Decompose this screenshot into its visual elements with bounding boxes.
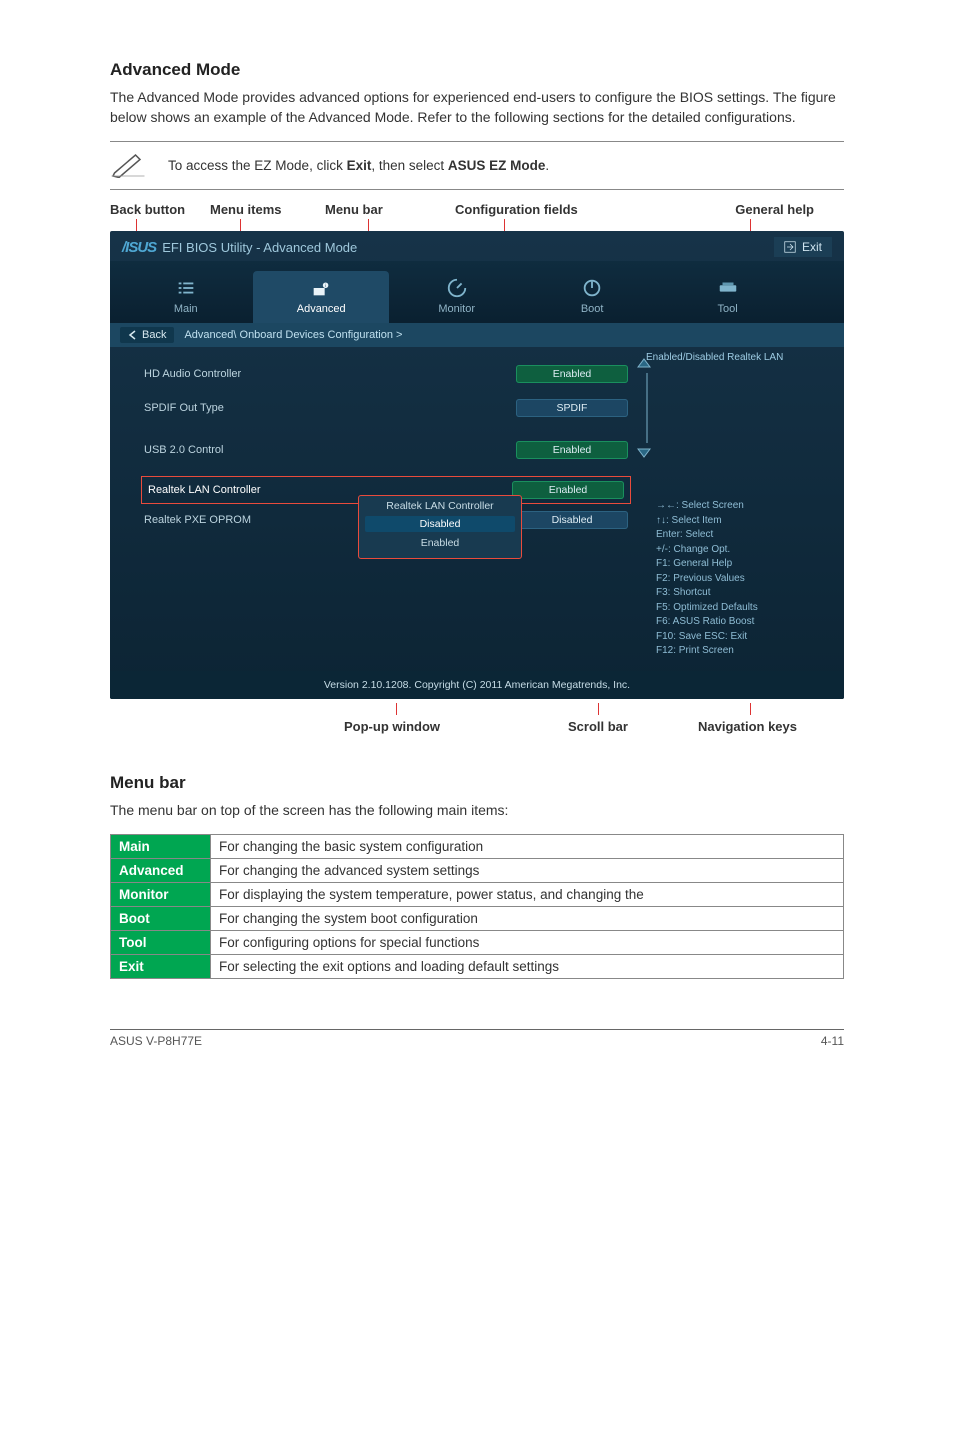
tab-boot[interactable]: Boot: [524, 271, 659, 323]
popup-window: Realtek LAN Controller Disabled Enabled: [358, 495, 522, 559]
nav-key-row: F6: ASUS Ratio Boost: [656, 615, 834, 630]
cfg-label: SPDIF Out Type: [144, 402, 224, 414]
exit-label: Exit: [802, 240, 822, 254]
nav-key-row: +/-: Change Opt.: [656, 543, 834, 558]
bios-body: HD Audio Controller Enabled SPDIF Out Ty…: [110, 347, 844, 671]
table-key: Exit: [111, 955, 211, 979]
table-val: For changing the system boot configurati…: [211, 907, 844, 931]
exit-button[interactable]: Exit: [774, 237, 832, 257]
table-val: For configuring options for special func…: [211, 931, 844, 955]
asus-logo: /ISUS: [122, 239, 156, 256]
version-bar: Version 2.10.1208. Copyright (C) 2011 Am…: [110, 671, 844, 699]
tab-tool[interactable]: Tool: [660, 271, 795, 323]
cfg-label: Realtek LAN Controller: [148, 484, 261, 496]
note-text: To access the EZ Mode, click Exit, then …: [168, 158, 549, 173]
cfg-value[interactable]: Enabled: [512, 481, 624, 499]
table-key: Boot: [111, 907, 211, 931]
section-title-menu-bar: Menu bar: [110, 773, 844, 793]
scroll-track[interactable]: [646, 373, 648, 443]
table-val: For changing the advanced system setting…: [211, 859, 844, 883]
bottom-legend-row: Pop-up window Scroll bar Navigation keys: [110, 703, 844, 743]
section-body-menu-bar: The menu bar on top of the screen has th…: [110, 801, 844, 821]
nav-key-row: F2: Previous Values: [656, 572, 834, 587]
cfg-value[interactable]: Enabled: [516, 365, 628, 383]
legend-scroll: Scroll bar: [568, 719, 628, 734]
table-val: For displaying the system temperature, p…: [211, 883, 844, 907]
legend-nav-keys: Navigation keys: [698, 719, 797, 734]
general-help-text: Enabled/Disabled Realtek LAN: [646, 351, 834, 365]
tab-main[interactable]: Main: [118, 271, 253, 323]
footer-left: ASUS V-P8H77E: [110, 1034, 202, 1048]
tab-spacer: [795, 315, 836, 323]
svg-text:i: i: [325, 283, 326, 288]
menu-bar-table: MainFor changing the basic system config…: [110, 834, 844, 979]
bios-window: /ISUS EFI BIOS Utility - Advanced Mode E…: [110, 231, 844, 699]
back-label: Back: [142, 329, 166, 341]
bios-title-bar: /ISUS EFI BIOS Utility - Advanced Mode E…: [110, 231, 844, 261]
nav-key-row: F3: Shortcut: [656, 586, 834, 601]
cfg-row-hdaudio[interactable]: HD Audio Controller Enabled: [144, 361, 628, 387]
section-body-advanced-mode: The Advanced Mode provides advanced opti…: [110, 88, 844, 127]
popup-option-enabled[interactable]: Enabled: [365, 535, 515, 551]
bios-title: EFI BIOS Utility - Advanced Mode: [162, 240, 357, 255]
pen-icon: [110, 150, 150, 181]
scroll-down-icon[interactable]: [636, 445, 652, 461]
legend-menu-items: Menu items: [210, 202, 325, 217]
table-row: ToolFor configuring options for special …: [111, 931, 844, 955]
cfg-value[interactable]: Enabled: [516, 441, 628, 459]
nav-key-row: Enter: Select: [656, 528, 834, 543]
note-block: To access the EZ Mode, click Exit, then …: [110, 141, 844, 190]
nav-key-row: →←: Select Screen: [656, 499, 834, 514]
cfg-row-spdif[interactable]: SPDIF Out Type SPDIF: [144, 395, 628, 421]
table-row: ExitFor selecting the exit options and l…: [111, 955, 844, 979]
tab-advanced[interactable]: i Advanced: [253, 271, 388, 323]
bios-left-panel: HD Audio Controller Enabled SPDIF Out Ty…: [110, 347, 646, 671]
cfg-row-usb[interactable]: USB 2.0 Control Enabled: [144, 437, 628, 463]
table-key: Monitor: [111, 883, 211, 907]
legend-config-fields: Configuration fields: [455, 202, 655, 217]
popup-title: Realtek LAN Controller: [365, 500, 515, 512]
breadcrumb: Back Advanced\ Onboard Devices Configura…: [110, 323, 844, 347]
cfg-value[interactable]: Disabled: [516, 511, 628, 529]
table-row: BootFor changing the system boot configu…: [111, 907, 844, 931]
table-row: MainFor changing the basic system config…: [111, 835, 844, 859]
footer-right: 4-11: [821, 1034, 844, 1048]
tab-monitor[interactable]: Monitor: [389, 271, 524, 323]
legend-general-help: General help: [655, 202, 844, 217]
nav-key-row: F12: Print Screen: [656, 644, 834, 659]
table-key: Main: [111, 835, 211, 859]
nav-key-row: F1: General Help: [656, 557, 834, 572]
table-val: For selecting the exit options and loadi…: [211, 955, 844, 979]
nav-key-row: F10: Save ESC: Exit: [656, 630, 834, 645]
table-row: AdvancedFor changing the advanced system…: [111, 859, 844, 883]
bios-right-panel: Enabled/Disabled Realtek LAN →←: Select …: [646, 347, 844, 671]
cfg-label: HD Audio Controller: [144, 368, 241, 380]
bios-tabs: Main i Advanced Monitor Boot Tool: [110, 261, 844, 323]
nav-key-row: F5: Optimized Defaults: [656, 601, 834, 616]
legend-back-button: Back button: [110, 202, 210, 217]
legend-popup: Pop-up window: [344, 719, 440, 734]
nav-key-row: ↑↓: Select Item: [656, 514, 834, 529]
back-button[interactable]: Back: [120, 327, 174, 343]
table-key: Advanced: [111, 859, 211, 883]
table-row: MonitorFor displaying the system tempera…: [111, 883, 844, 907]
navigation-keys: →←: Select Screen ↑↓: Select Item Enter:…: [656, 499, 834, 659]
cfg-label: USB 2.0 Control: [144, 444, 223, 456]
table-val: For changing the basic system configurat…: [211, 835, 844, 859]
breadcrumb-path: Advanced\ Onboard Devices Configuration …: [184, 329, 402, 341]
section-title-advanced-mode: Advanced Mode: [110, 60, 844, 80]
top-legend-row: Back button Menu items Menu bar Configur…: [110, 202, 844, 217]
table-key: Tool: [111, 931, 211, 955]
popup-option-disabled[interactable]: Disabled: [365, 516, 515, 532]
cfg-label: Realtek PXE OPROM: [144, 514, 251, 526]
page-footer: ASUS V-P8H77E 4-11: [110, 1029, 844, 1048]
legend-menu-bar: Menu bar: [325, 202, 455, 217]
cfg-value[interactable]: SPDIF: [516, 399, 628, 417]
